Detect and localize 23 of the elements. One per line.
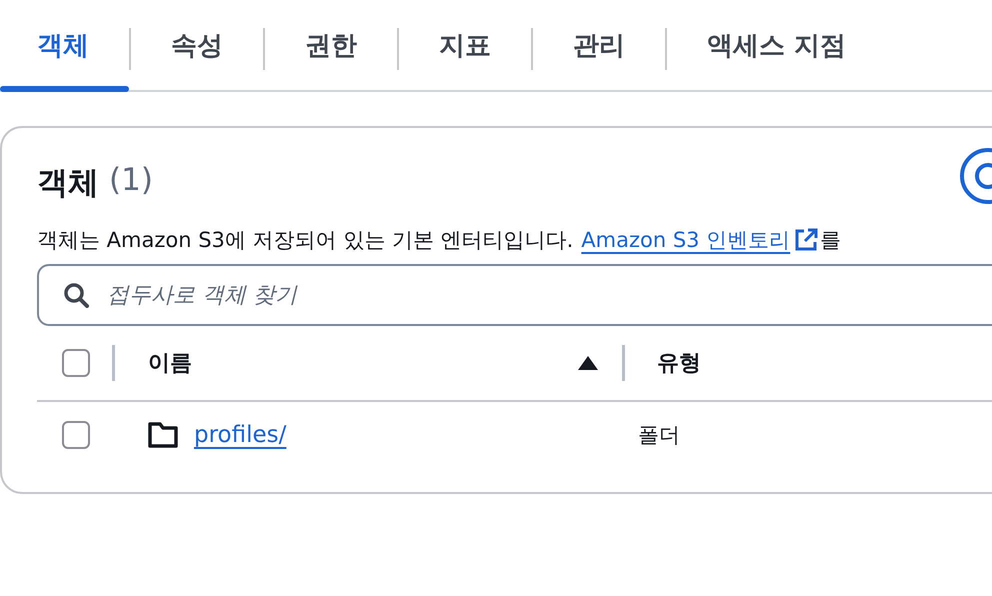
refresh-button[interactable] xyxy=(960,148,992,204)
tab[interactable]: 객체 xyxy=(0,0,129,90)
tab[interactable]: 속성 xyxy=(131,0,263,90)
checkbox[interactable] xyxy=(62,349,90,377)
tab[interactable]: 액세스 지점 xyxy=(667,0,886,90)
search-field[interactable]: 접두사로 객체 찾기 xyxy=(37,264,992,326)
tab[interactable]: 지표 xyxy=(399,0,531,90)
object-count: (1) xyxy=(109,162,153,200)
folder-icon xyxy=(148,422,178,448)
sort-ascending-icon[interactable] xyxy=(578,356,598,370)
description-text: 를 xyxy=(820,227,842,254)
description-text: 객체는 Amazon S3에 저장되어 있는 기본 엔터티입니다. xyxy=(37,227,574,254)
checkbox[interactable] xyxy=(62,421,90,449)
panel-title: 객체 xyxy=(37,164,99,203)
search-icon xyxy=(63,282,89,308)
column-header[interactable]: 유형 xyxy=(657,348,701,378)
external-link-icon xyxy=(794,228,818,252)
column-header[interactable]: 이름 xyxy=(148,348,578,378)
tab[interactable]: 관리 xyxy=(533,0,665,90)
folder-link[interactable]: profiles/ xyxy=(194,422,286,448)
table-cell-text: 폴더 xyxy=(638,422,680,449)
inventory-link[interactable]: Amazon S3 인벤토리 xyxy=(581,226,790,254)
tab[interactable]: 권한 xyxy=(265,0,397,90)
